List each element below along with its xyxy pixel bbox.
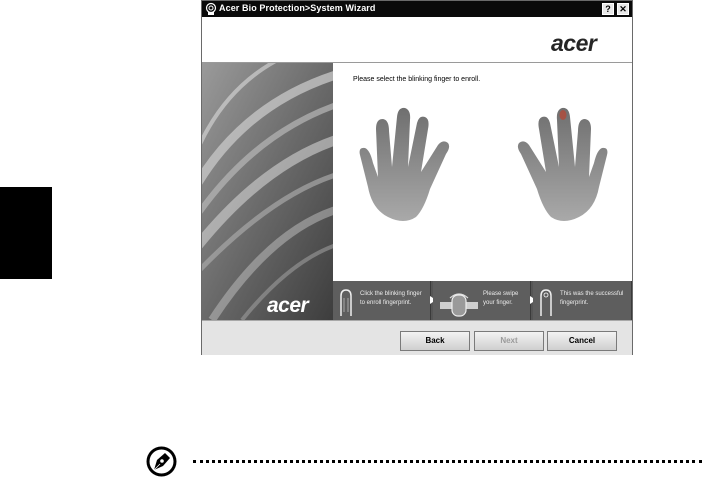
side-tab [0,187,52,279]
finger-success-icon [540,289,552,316]
step-2-text: Please swipe your finger. [483,291,519,306]
cancel-button[interactable]: Cancel [547,331,617,351]
acer-panel-logo: acer [267,294,309,317]
step-3-text: This was the successful fingerprint. [560,291,624,306]
help-button[interactable]: ? [602,3,614,15]
swirl-graphic [202,63,333,320]
title-bar: Acer Bio Protection>System Wizard ? ✕ [202,1,632,17]
button-bar: Back Next Cancel [202,320,632,355]
note-pen-icon [146,446,177,477]
swipe-sensor-icon [440,293,478,317]
blinking-fingertip-icon[interactable] [559,110,567,120]
step-click-finger: Click the blinking finger to enroll fing… [333,281,431,320]
window-title: Acer Bio Protection>System Wizard [219,3,376,13]
finger-icon [340,289,352,316]
step-swipe-finger: Please swipe your finger. [433,281,531,320]
brand-panel: acer [202,63,333,320]
close-button[interactable]: ✕ [617,3,629,15]
next-button[interactable]: Next [474,331,544,351]
wizard-window: Acer Bio Protection>System Wizard ? ✕ ac… [201,0,633,355]
step-success: This was the successful fingerprint. [533,281,632,320]
wizard-header: acer [202,17,632,63]
step-1-text: Click the blinking finger to enroll fing… [360,291,422,306]
fingerprint-app-icon [205,2,217,15]
content-area: Please select the blinking finger to enr… [333,63,632,281]
back-button[interactable]: Back [400,331,470,351]
instruction-text: Please select the blinking finger to enr… [353,76,481,83]
left-hand[interactable] [358,105,458,230]
right-hand[interactable] [509,105,609,230]
note-divider [193,460,702,463]
step-guide: Click the blinking finger to enroll fing… [333,281,632,320]
acer-logo: acer [551,30,597,56]
